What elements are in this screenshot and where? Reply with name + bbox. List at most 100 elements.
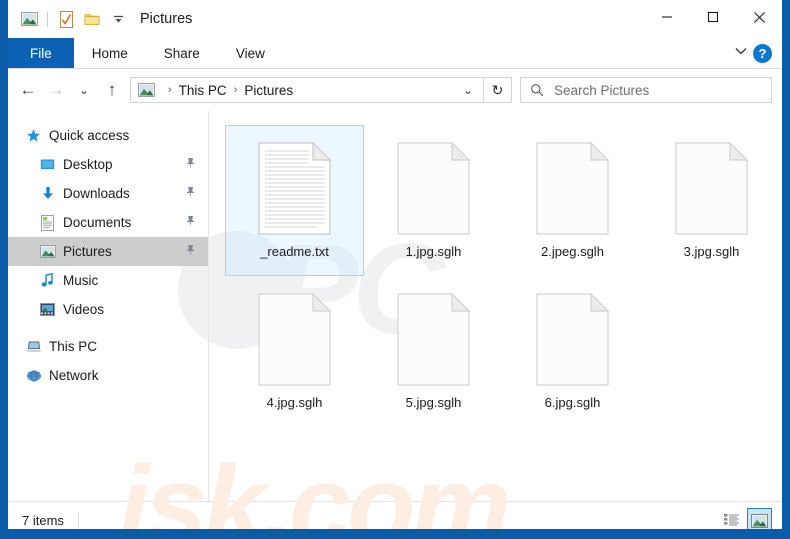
desktop-icon [39,156,56,173]
sidebar-item-videos[interactable]: Videos [8,295,208,324]
pictures-folder-icon[interactable] [16,6,42,32]
title-bar: Pictures [8,0,782,38]
sidebar-item-label: Videos [63,302,105,317]
sidebar-item-label: This PC [49,339,98,354]
file-grid: _readme.txt 1.jpg.sglh 2.jpeg.sglh 3.jpg… [225,125,782,427]
window-controls [644,0,782,38]
status-divider [77,512,79,529]
item-count-label: 7 items [22,513,64,528]
pin-icon[interactable] [185,186,196,202]
maximize-button[interactable] [690,0,736,34]
minimize-button[interactable] [644,0,690,34]
file-item[interactable]: 5.jpg.sglh [364,276,503,427]
back-button[interactable]: ← [14,76,42,104]
blank-document-icon [396,285,471,393]
close-button[interactable] [736,0,782,34]
breadcrumb-pictures-icon [138,83,155,97]
tab-view[interactable]: View [218,38,283,68]
documents-icon [39,214,56,231]
breadcrumb-separator: › [168,84,172,96]
main-area: PC isk.com Quick access Desktop Download… [8,111,782,529]
thispc-icon [25,338,42,355]
sidebar-item-music[interactable]: Music [8,266,208,295]
music-icon [39,272,56,289]
new-folder-icon[interactable] [79,6,105,32]
file-item[interactable]: _readme.txt [225,125,364,276]
sidebar-item-label: Pictures [63,244,112,259]
pictures-icon [39,243,56,260]
blank-document-icon [257,285,332,393]
blank-document-icon [396,134,471,242]
file-name: _readme.txt [260,244,329,259]
breadcrumb-item-this-pc[interactable]: This PC [179,83,227,98]
forward-button[interactable]: → [42,76,70,104]
file-item[interactable]: 2.jpeg.sglh [503,125,642,276]
customize-chevron-icon[interactable] [105,6,131,32]
tab-file[interactable]: File [8,38,74,68]
file-item[interactable]: 6.jpg.sglh [503,276,642,427]
sidebar-item-downloads[interactable]: Downloads [8,179,208,208]
toolbar-separator [47,11,48,27]
star-icon [25,127,42,144]
sidebar-item-label: Music [63,273,99,288]
refresh-button[interactable]: ↻ [484,77,512,103]
blank-document-icon [535,285,610,393]
window-title: Pictures [140,11,193,27]
sidebar-item-quick-access[interactable]: Quick access [8,121,208,150]
expand-ribbon-chevron-icon[interactable] [733,44,749,62]
status-bar: 7 items [8,501,782,529]
videos-icon [39,301,56,318]
details-view-button[interactable] [719,508,744,529]
up-button[interactable]: ↑ [98,76,126,104]
breadcrumb-separator: › [233,84,238,96]
address-bar: ← → ⌄ ↑ › This PC › Pictures ⌄ ↻ Search … [8,69,782,111]
sidebar-item-label: Downloads [63,186,130,201]
sidebar-item-this-pc[interactable]: This PC [8,332,208,361]
help-button[interactable]: ? [753,43,772,63]
file-name: 1.jpg.sglh [405,244,462,259]
text-document-icon [257,134,332,242]
view-mode-buttons [719,508,772,529]
file-name: 4.jpg.sglh [266,395,323,410]
file-item[interactable]: 4.jpg.sglh [225,276,364,427]
window-body: Pictures File Home Share View ? ← → ⌄ ↑ … [8,0,782,529]
explorer-window: Pictures File Home Share View ? ← → ⌄ ↑ … [0,0,790,539]
breadcrumb-item-pictures[interactable]: Pictures [244,83,293,98]
sidebar-item-label: Network [49,368,99,383]
sidebar-item-label: Documents [63,215,132,230]
network-icon [25,367,42,384]
ribbon-tab-bar: File Home Share View ? [8,38,782,69]
properties-icon[interactable] [53,6,79,32]
blank-document-icon [535,134,610,242]
ribbon-right-controls: ? [733,38,782,68]
file-name: 5.jpg.sglh [405,395,462,410]
pin-icon[interactable] [185,244,196,260]
breadcrumb-dropdown-icon[interactable]: ⌄ [457,83,479,97]
file-item[interactable]: 3.jpg.sglh [642,125,781,276]
file-name: 2.jpeg.sglh [541,244,604,259]
sidebar-item-label: Quick access [49,128,130,143]
tab-home[interactable]: Home [74,38,146,68]
pin-icon[interactable] [185,215,196,231]
search-icon [530,83,544,97]
recent-locations-button[interactable]: ⌄ [70,76,98,104]
sidebar-item-pictures[interactable]: Pictures [8,237,208,266]
quick-access-toolbar [8,6,131,32]
large-icons-view-button[interactable] [747,508,772,529]
file-name: 3.jpg.sglh [683,244,740,259]
navigation-pane: Quick access Desktop Downloads Documents… [8,111,209,501]
search-placeholder: Search Pictures [554,82,650,98]
tab-share[interactable]: Share [146,38,218,68]
file-name: 6.jpg.sglh [544,395,601,410]
sidebar-item-documents[interactable]: Documents [8,208,208,237]
sidebar-item-desktop[interactable]: Desktop [8,150,208,179]
file-list-view[interactable]: _readme.txt 1.jpg.sglh 2.jpeg.sglh 3.jpg… [209,111,782,501]
search-input[interactable]: Search Pictures [520,77,772,103]
breadcrumb[interactable]: › This PC › Pictures ⌄ [130,77,484,103]
download-icon [39,185,56,202]
sidebar-item-network[interactable]: Network [8,361,208,390]
pin-icon[interactable] [185,157,196,173]
file-item[interactable]: 1.jpg.sglh [364,125,503,276]
sidebar-item-label: Desktop [63,157,113,172]
